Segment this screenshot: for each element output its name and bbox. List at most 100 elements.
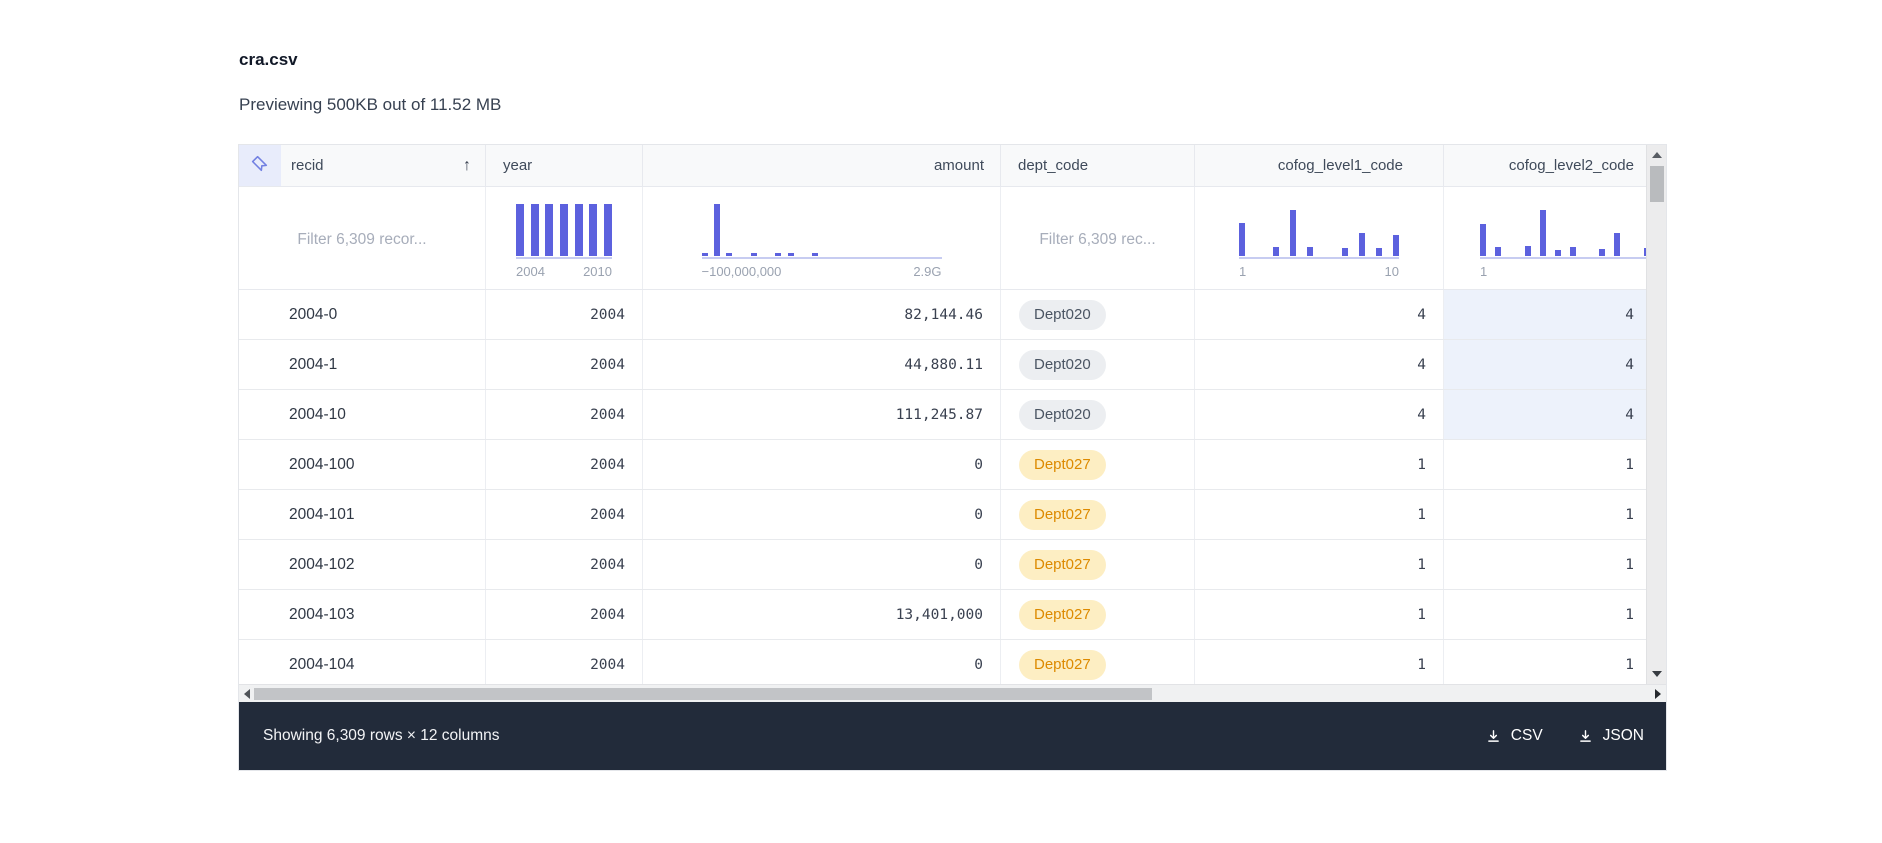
table-filter-row: Filter 6,309 recor... 2004 2010	[239, 187, 1646, 290]
table-row[interactable]: 2004-10 2004 111,245.87 Dept020 4 4	[239, 390, 1646, 440]
histogram-bar	[1540, 210, 1546, 256]
cell-amount: 0	[643, 540, 1001, 589]
histogram-max-label: 2010	[583, 264, 612, 279]
cell-cofog-level2: 4	[1444, 290, 1646, 339]
status-bar: Showing 6,309 rows × 12 columns CSV	[239, 702, 1666, 770]
cell-cofog-level2: 4	[1444, 340, 1646, 389]
histogram-baseline	[702, 257, 942, 259]
histogram-bar	[1555, 250, 1561, 256]
histogram-bar	[604, 204, 612, 256]
cell-cofog-level2: 1	[1444, 590, 1646, 639]
column-label: amount	[934, 157, 984, 174]
histogram-bar	[1480, 224, 1486, 256]
histogram-bar	[788, 253, 794, 256]
download-icon	[1485, 728, 1502, 745]
cell-dept-code: Dept027	[1001, 440, 1195, 489]
table-row[interactable]: 2004-104 2004 0 Dept027 1 1	[239, 640, 1646, 684]
dept-badge: Dept020	[1019, 350, 1106, 380]
scroll-down-arrow-icon[interactable]	[1652, 671, 1662, 677]
download-csv-label: CSV	[1511, 727, 1543, 745]
year-histogram[interactable]: 2004 2010	[516, 204, 612, 279]
filter-cell-year: 2004 2010	[486, 187, 643, 289]
histogram-min-label: −100,000,000	[702, 264, 782, 279]
cell-year: 2004	[486, 340, 643, 389]
histogram-bar	[702, 253, 708, 256]
data-table: recid ↑ year amount dept_code cofog_leve…	[239, 145, 1666, 770]
histogram-baseline	[1480, 257, 1646, 259]
scroll-left-arrow-icon[interactable]	[244, 689, 250, 699]
cell-amount: 0	[643, 640, 1001, 684]
histogram-min-label: 1	[1480, 264, 1487, 279]
cell-year: 2004	[486, 540, 643, 589]
cell-cofog-level1: 4	[1195, 290, 1444, 339]
cell-dept-code: Dept020	[1001, 390, 1195, 439]
pin-icon	[249, 153, 271, 179]
table-row[interactable]: 2004-101 2004 0 Dept027 1 1	[239, 490, 1646, 540]
column-header-year[interactable]: year	[486, 145, 643, 186]
amount-histogram[interactable]: −100,000,000 2.9G	[702, 204, 942, 279]
histogram-bar	[714, 204, 720, 256]
column-header-cofog-level1-code[interactable]: cofog_level1_code	[1195, 145, 1444, 186]
download-csv-button[interactable]: CSV	[1485, 727, 1543, 745]
download-icon	[1577, 728, 1594, 745]
download-json-label: JSON	[1603, 727, 1644, 745]
histogram-bar	[560, 204, 568, 256]
histogram-bar	[812, 253, 818, 256]
preview-size-text: Previewing 500KB out of 11.52 MB	[239, 95, 1666, 115]
column-header-amount[interactable]: amount	[643, 145, 1001, 186]
cell-cofog-level1: 1	[1195, 640, 1444, 684]
cofog-level2-histogram[interactable]: 1 11	[1480, 210, 1646, 279]
histogram-bar	[1290, 210, 1296, 256]
scroll-up-arrow-icon[interactable]	[1652, 152, 1662, 158]
horizontal-scrollbar-thumb[interactable]	[254, 688, 1152, 700]
filter-input-dept-code[interactable]: Filter 6,309 rec...	[1039, 231, 1155, 249]
table-row[interactable]: 2004-1 2004 44,880.11 Dept020 4 4	[239, 340, 1646, 390]
cofog-level1-histogram[interactable]: 1 10	[1239, 210, 1399, 279]
column-header-recid[interactable]: recid ↑	[281, 145, 486, 186]
histogram-bar	[1570, 247, 1576, 256]
histogram-bar	[1495, 247, 1501, 256]
cell-recid: 2004-104	[239, 640, 486, 684]
column-label: dept_code	[1018, 157, 1088, 174]
scroll-right-arrow-icon[interactable]	[1655, 689, 1661, 699]
cell-dept-code: Dept027	[1001, 590, 1195, 639]
dept-badge: Dept027	[1019, 450, 1106, 480]
histogram-bar	[1599, 249, 1605, 256]
filter-cell-dept-code: Filter 6,309 rec...	[1001, 187, 1195, 289]
pin-column-header[interactable]	[239, 145, 281, 186]
cell-recid: 2004-100	[239, 440, 486, 489]
horizontal-scrollbar[interactable]	[239, 684, 1666, 702]
dept-badge: Dept027	[1019, 650, 1106, 680]
vertical-scrollbar[interactable]	[1646, 145, 1666, 684]
column-header-dept-code[interactable]: dept_code	[1001, 145, 1195, 186]
dept-badge: Dept020	[1019, 300, 1106, 330]
cell-recid: 2004-0	[239, 290, 486, 339]
histogram-bar	[1376, 248, 1382, 256]
histogram-bar	[1273, 247, 1279, 256]
histogram-max-label: 10	[1385, 264, 1399, 279]
filter-input-recid[interactable]: Filter 6,309 recor...	[297, 231, 426, 249]
table-row[interactable]: 2004-0 2004 82,144.46 Dept020 4 4	[239, 290, 1646, 340]
cell-amount: 44,880.11	[643, 340, 1001, 389]
cell-recid: 2004-101	[239, 490, 486, 539]
cell-cofog-level2: 1	[1444, 490, 1646, 539]
cell-amount: 0	[643, 440, 1001, 489]
cell-amount: 0	[643, 490, 1001, 539]
cell-dept-code: Dept027	[1001, 540, 1195, 589]
histogram-bar	[1359, 233, 1365, 256]
download-json-button[interactable]: JSON	[1577, 727, 1644, 745]
column-label: recid	[291, 157, 324, 174]
cell-year: 2004	[486, 590, 643, 639]
vertical-scrollbar-thumb[interactable]	[1650, 166, 1664, 202]
cell-recid: 2004-10	[239, 390, 486, 439]
cell-year: 2004	[486, 640, 643, 684]
dept-badge: Dept020	[1019, 400, 1106, 430]
column-header-cofog-level2-code[interactable]: cofog_level2_code	[1444, 145, 1646, 186]
histogram-bar	[575, 204, 583, 256]
table-row[interactable]: 2004-102 2004 0 Dept027 1 1	[239, 540, 1646, 590]
row-column-count: Showing 6,309 rows × 12 columns	[263, 727, 500, 745]
table-row[interactable]: 2004-103 2004 13,401,000 Dept027 1 1	[239, 590, 1646, 640]
table-row[interactable]: 2004-100 2004 0 Dept027 1 1	[239, 440, 1646, 490]
sort-ascending-icon[interactable]: ↑	[463, 157, 471, 175]
cell-year: 2004	[486, 390, 643, 439]
